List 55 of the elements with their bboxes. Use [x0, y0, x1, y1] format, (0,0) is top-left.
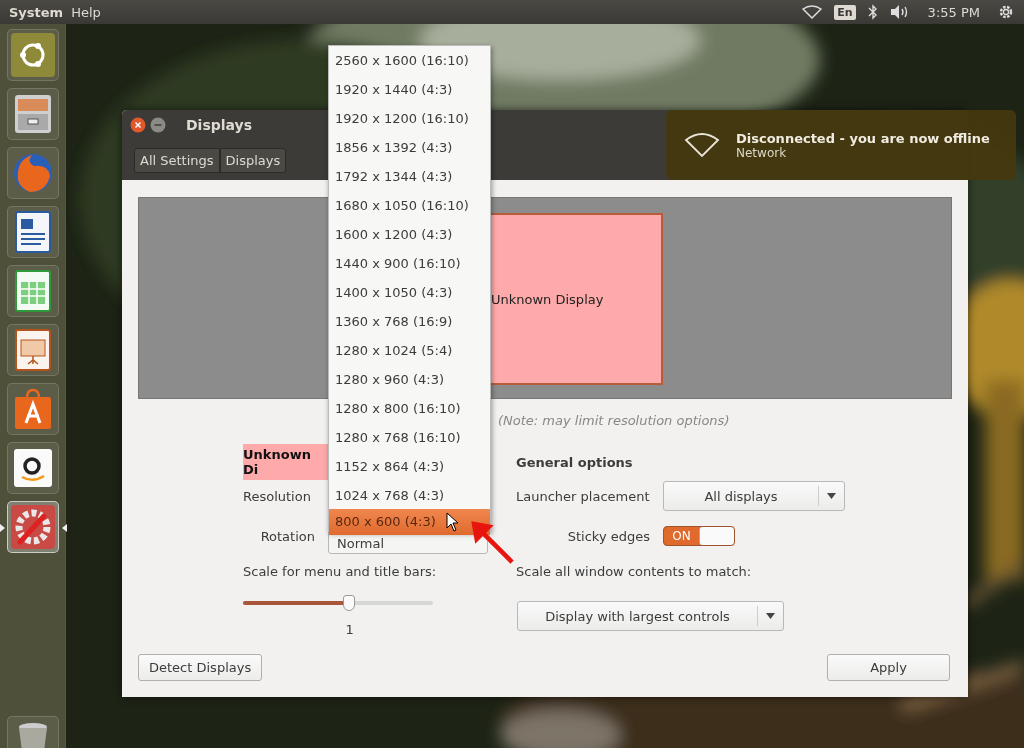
close-icon[interactable] — [130, 117, 146, 133]
launcher-button[interactable] — [6, 206, 59, 258]
menu-item[interactable]: 1024 x 768 (4:3) — [329, 481, 490, 510]
volume-icon[interactable] — [889, 4, 910, 20]
menu-item[interactable]: 1856 x 1392 (4:3) — [329, 133, 490, 162]
sticky-edges-label: Sticky edges — [566, 528, 650, 544]
resolution-label: Resolution — [243, 488, 311, 504]
launcher-button[interactable] — [6, 29, 59, 81]
menu-item[interactable]: 1152 x 864 (4:3) — [329, 452, 490, 481]
caret-icon — [766, 613, 775, 619]
menu-item[interactable]: Help — [71, 4, 101, 20]
dialog-button[interactable]: Detect Displays — [138, 654, 263, 681]
notification-title: Disconnected - you are now offline — [736, 130, 990, 146]
circle-logo-icon — [9, 32, 56, 78]
menu-item[interactable]: 1280 x 800 (16:10) — [329, 394, 490, 423]
pointer-icon — [446, 512, 460, 532]
slider-thumb[interactable] — [343, 594, 356, 611]
section-heading: General options — [516, 454, 633, 470]
wifi-icon[interactable] — [802, 5, 823, 19]
menu-item[interactable]: 1920 x 1440 (4:3) — [329, 75, 490, 104]
breadcrumb-button[interactable]: Displays — [219, 147, 287, 173]
display-name-label: Unknown Di — [243, 444, 330, 480]
clock[interactable]: 3:55 PM — [927, 4, 980, 20]
wifi-icon — [684, 132, 720, 158]
arrow-icon — [470, 520, 516, 566]
scale-label: Scale for menu and title bars: — [243, 563, 437, 579]
note-text: (Note: may limit resolution options) — [498, 413, 731, 428]
launcher-button[interactable] — [6, 383, 59, 435]
launcher-placement-dropdown[interactable]: All displays — [663, 481, 845, 511]
menu-item[interactable]: 800 x 600 (4:3) — [329, 509, 490, 535]
scale-value: 1 — [345, 621, 355, 637]
launcher-button[interactable] — [6, 442, 59, 494]
launcher-button[interactable] — [6, 265, 59, 317]
menu-item[interactable]: System — [9, 4, 64, 20]
menu-item[interactable]: 1920 x 1200 (16:10) — [329, 104, 490, 133]
rotation-label: Rotation — [259, 528, 315, 544]
scale-contents-dropdown[interactable]: Display with largest controls — [517, 601, 784, 631]
active-indicator-icon — [0, 524, 5, 532]
power-gear-icon[interactable] — [998, 4, 1014, 20]
launcher-placement-label: Launcher placement — [516, 488, 650, 504]
active-indicator-icon — [61, 524, 67, 532]
launcher-button[interactable] — [6, 324, 59, 376]
caret-icon — [827, 493, 836, 499]
keyboard-layout-indicator[interactable]: En — [834, 4, 856, 20]
breadcrumb-button[interactable]: All Settings — [134, 147, 220, 173]
menu-item[interactable]: 1792 x 1344 (4:3) — [329, 162, 490, 191]
menu-item[interactable]: 1280 x 768 (16:10) — [329, 423, 490, 452]
gear-wrench-icon — [9, 504, 56, 550]
menu-item[interactable]: 2560 x 1600 (16:10) — [329, 46, 490, 75]
notification-subtitle: Network — [736, 145, 788, 160]
window-title: Displays — [186, 117, 253, 133]
scale-all-label: Scale all window contents to match: — [516, 563, 752, 579]
bluetooth-icon[interactable] — [867, 4, 878, 20]
dialog-button[interactable]: Apply — [827, 654, 950, 681]
monitor-label: Unknown Display — [491, 291, 604, 307]
